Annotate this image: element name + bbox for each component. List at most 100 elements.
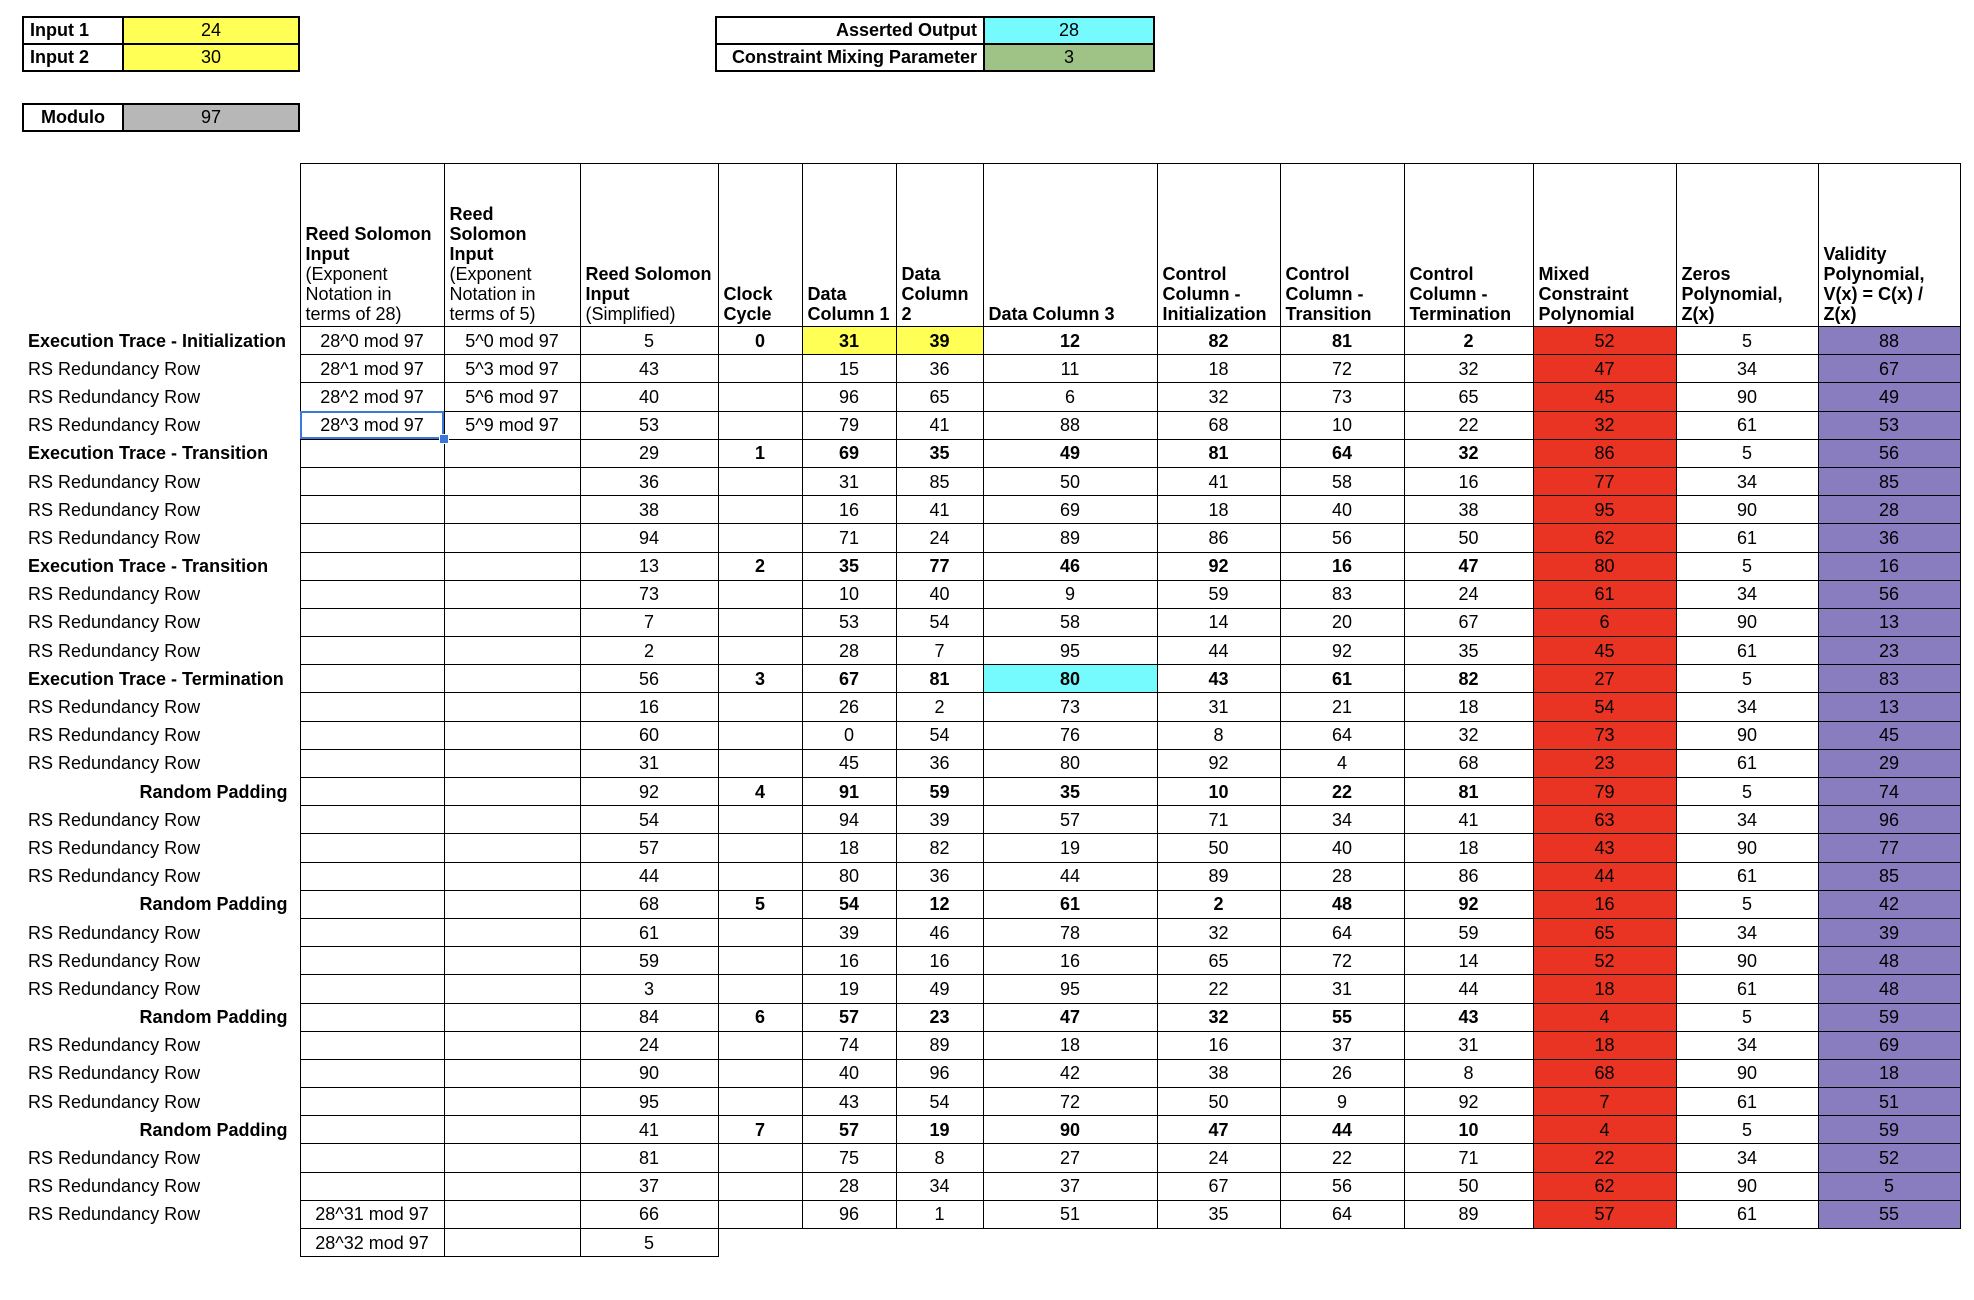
header-validity-polynomial[interactable]: Validity Polynomial, V(x) = C(x) / Z(x) xyxy=(1817,163,1961,327)
data-column-2-cell[interactable]: 46 xyxy=(895,917,984,948)
mixed-constraint-cell[interactable]: 18 xyxy=(1532,974,1677,1004)
mixed-constraint-cell[interactable]: 32 xyxy=(1532,410,1677,440)
data-column-3-cell[interactable]: 37 xyxy=(982,1171,1158,1201)
header-control-transition[interactable]: Control Column - Transition xyxy=(1279,163,1405,327)
control-init-cell[interactable]: 59 xyxy=(1156,579,1281,609)
rs-exp28-cell[interactable] xyxy=(299,917,445,948)
data-column-1-cell[interactable]: 67 xyxy=(801,664,897,694)
rs-exp5-cell[interactable] xyxy=(443,495,581,525)
data-column-2-cell[interactable]: 54 xyxy=(895,720,984,750)
rs-exp5-cell[interactable] xyxy=(443,692,581,722)
clock-cycle-cell[interactable] xyxy=(717,720,803,750)
rs-exp5-cell[interactable]: 5^9 mod 97 xyxy=(443,410,581,440)
control-termination-cell[interactable]: 32 xyxy=(1403,438,1534,468)
control-termination-cell[interactable]: 65 xyxy=(1403,382,1534,412)
rs-simplified-cell[interactable]: 31 xyxy=(579,748,719,779)
data-column-3-cell[interactable]: 57 xyxy=(982,805,1158,835)
control-termination-cell[interactable]: 92 xyxy=(1403,889,1534,919)
control-transition-cell[interactable]: 10 xyxy=(1279,410,1405,440)
data-column-3-cell[interactable]: 58 xyxy=(982,607,1158,638)
row-label[interactable]: RS Redundancy Row xyxy=(20,524,300,552)
rs-exp5-cell[interactable] xyxy=(443,1227,581,1258)
data-column-1-cell[interactable]: 0 xyxy=(801,720,897,750)
data-column-3-cell[interactable]: 16 xyxy=(982,946,1158,976)
control-transition-cell[interactable]: 72 xyxy=(1279,354,1405,384)
data-column-3-cell[interactable]: 6 xyxy=(982,382,1158,412)
row-label[interactable]: RS Redundancy Row xyxy=(20,806,300,834)
validity-cell[interactable]: 83 xyxy=(1817,664,1961,694)
mixed-constraint-cell[interactable]: 45 xyxy=(1532,636,1677,666)
row-label[interactable]: RS Redundancy Row xyxy=(20,693,300,721)
clock-cycle-cell[interactable] xyxy=(717,579,803,609)
rs-exp28-cell[interactable] xyxy=(299,1171,445,1201)
rs-simplified-cell[interactable]: 54 xyxy=(579,805,719,835)
data-column-1-cell[interactable]: 96 xyxy=(801,1199,897,1230)
zeros-cell[interactable]: 34 xyxy=(1675,579,1819,609)
data-column-1-cell[interactable]: 18 xyxy=(801,833,897,863)
header-mixed-constraint[interactable]: Mixed Constraint Polynomial xyxy=(1532,163,1677,327)
validity-cell[interactable]: 51 xyxy=(1817,1087,1961,1117)
clock-cycle-cell[interactable] xyxy=(717,748,803,779)
control-termination-cell[interactable]: 59 xyxy=(1403,917,1534,948)
control-init-cell[interactable]: 68 xyxy=(1156,410,1281,440)
control-transition-cell[interactable]: 61 xyxy=(1279,664,1405,694)
control-init-cell[interactable]: 86 xyxy=(1156,523,1281,553)
rs-exp28-cell[interactable] xyxy=(299,861,445,891)
mixed-constraint-cell[interactable]: 7 xyxy=(1532,1087,1677,1117)
row-label[interactable]: Random Padding xyxy=(20,778,300,806)
data-column-2-cell[interactable]: 8 xyxy=(895,1143,984,1173)
rs-exp28-cell[interactable] xyxy=(299,776,445,807)
rs-simplified-cell[interactable]: 5 xyxy=(579,325,719,356)
rs-simplified-cell[interactable]: 60 xyxy=(579,720,719,750)
rs-exp5-cell[interactable] xyxy=(443,579,581,609)
control-init-cell[interactable]: 18 xyxy=(1156,354,1281,384)
mixed-constraint-cell[interactable]: 63 xyxy=(1532,805,1677,835)
control-termination-cell[interactable]: 67 xyxy=(1403,607,1534,638)
rs-simplified-cell[interactable]: 3 xyxy=(579,974,719,1004)
control-termination-cell[interactable]: 18 xyxy=(1403,692,1534,722)
row-label[interactable]: Random Padding xyxy=(20,1003,300,1031)
zeros-cell[interactable]: 34 xyxy=(1675,805,1819,835)
control-termination-cell[interactable]: 2 xyxy=(1403,325,1534,356)
zeros-cell[interactable]: 61 xyxy=(1675,974,1819,1004)
mixed-constraint-cell[interactable]: 18 xyxy=(1532,1030,1677,1060)
control-termination-cell[interactable]: 89 xyxy=(1403,1199,1534,1230)
mixed-constraint-cell[interactable]: 47 xyxy=(1532,354,1677,384)
rs-exp28-cell[interactable] xyxy=(299,523,445,553)
zeros-cell[interactable]: 34 xyxy=(1675,692,1819,722)
data-column-1-cell[interactable]: 31 xyxy=(801,325,897,356)
rs-simplified-cell[interactable]: 2 xyxy=(579,636,719,666)
zeros-cell[interactable]: 61 xyxy=(1675,861,1819,891)
data-column-2-cell[interactable]: 16 xyxy=(895,946,984,976)
mixed-constraint-cell[interactable]: 95 xyxy=(1532,495,1677,525)
row-label[interactable]: RS Redundancy Row xyxy=(20,1031,300,1059)
data-column-3-cell[interactable]: 42 xyxy=(982,1058,1158,1089)
clock-cycle-cell[interactable] xyxy=(717,410,803,440)
clock-cycle-cell[interactable] xyxy=(717,495,803,525)
clock-cycle-cell[interactable] xyxy=(717,1058,803,1089)
rs-exp5-cell[interactable] xyxy=(443,805,581,835)
validity-cell[interactable]: 42 xyxy=(1817,889,1961,919)
clock-cycle-cell[interactable] xyxy=(717,1199,803,1230)
control-transition-cell[interactable]: 44 xyxy=(1279,1115,1405,1145)
data-column-3-cell[interactable]: 12 xyxy=(982,325,1158,356)
clock-cycle-cell[interactable]: 0 xyxy=(717,325,803,356)
validity-cell[interactable]: 29 xyxy=(1817,748,1961,779)
rs-exp5-cell[interactable] xyxy=(443,946,581,976)
rs-exp5-cell[interactable] xyxy=(443,551,581,581)
control-transition-cell[interactable]: 64 xyxy=(1279,1199,1405,1230)
rs-simplified-cell[interactable]: 36 xyxy=(579,466,719,497)
data-column-2-cell[interactable]: 77 xyxy=(895,551,984,581)
rs-exp28-cell[interactable] xyxy=(299,1115,445,1145)
control-termination-cell[interactable]: 8 xyxy=(1403,1058,1534,1089)
rs-exp28-cell[interactable] xyxy=(299,720,445,750)
control-termination-cell[interactable]: 14 xyxy=(1403,946,1534,976)
data-column-2-cell[interactable]: 36 xyxy=(895,861,984,891)
row-label[interactable]: Execution Trace - Transition xyxy=(20,552,300,580)
data-column-2-cell[interactable]: 59 xyxy=(895,776,984,807)
mixed-constraint-cell[interactable]: 62 xyxy=(1532,523,1677,553)
row-label[interactable]: RS Redundancy Row xyxy=(20,467,300,495)
zeros-cell[interactable]: 90 xyxy=(1675,607,1819,638)
zeros-cell[interactable]: 61 xyxy=(1675,410,1819,440)
data-column-3-cell[interactable]: 27 xyxy=(982,1143,1158,1173)
